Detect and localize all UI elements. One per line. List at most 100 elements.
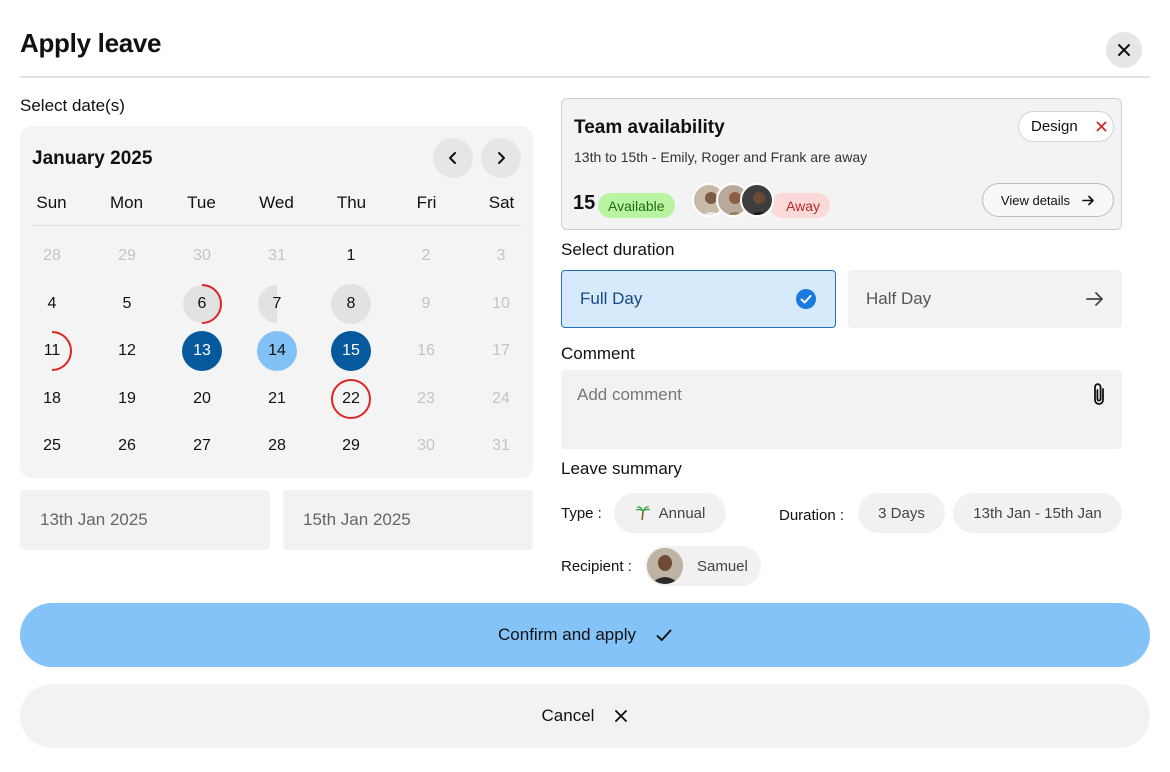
calendar-day[interactable]: 28 bbox=[257, 426, 297, 466]
calendar-day[interactable]: 27 bbox=[182, 426, 222, 466]
calendar-day[interactable]: 31 bbox=[481, 426, 521, 466]
comment-textarea[interactable]: Add comment bbox=[561, 370, 1122, 449]
calendar-day[interactable]: 29 bbox=[107, 236, 147, 276]
recipient-pill[interactable]: Samuel bbox=[645, 546, 761, 586]
calendar-day[interactable]: 30 bbox=[182, 236, 222, 276]
calendar-day[interactable]: 4 bbox=[32, 284, 72, 324]
chevron-left-icon bbox=[449, 152, 456, 164]
calendar-day[interactable]: 19 bbox=[107, 379, 147, 419]
confirm-apply-button[interactable]: Confirm and apply bbox=[20, 603, 1150, 667]
calendar-day-half-away[interactable]: 11 bbox=[32, 331, 72, 371]
select-duration-label: Select duration bbox=[561, 240, 675, 259]
weekday-mon: Mon bbox=[109, 193, 144, 212]
calendar-day[interactable]: 25 bbox=[32, 426, 72, 466]
calendar-day[interactable]: 12 bbox=[107, 331, 147, 371]
palm-tree-icon bbox=[635, 506, 650, 521]
calendar-day[interactable]: 20 bbox=[182, 379, 222, 419]
calendar-divider bbox=[32, 225, 521, 226]
arrow-right-icon bbox=[1086, 292, 1103, 306]
cancel-button[interactable]: Cancel bbox=[20, 684, 1150, 748]
weekday-sun: Sun bbox=[36, 193, 67, 212]
next-month-button[interactable] bbox=[481, 138, 521, 178]
checkmark-circle-icon bbox=[796, 289, 816, 309]
calendar-day[interactable]: 2 bbox=[406, 236, 446, 276]
avatar bbox=[647, 548, 683, 584]
away-badge: Away bbox=[770, 193, 830, 218]
header-divider bbox=[20, 76, 1150, 78]
calendar-day-away[interactable]: 22 bbox=[331, 379, 371, 419]
calendar-day[interactable]: 10 bbox=[481, 284, 521, 324]
calendar-day-in-range[interactable]: 14 bbox=[257, 331, 297, 371]
calendar-day[interactable]: 26 bbox=[107, 426, 147, 466]
view-details-label: View details bbox=[1000, 192, 1071, 208]
page-title: Apply leave bbox=[20, 28, 162, 58]
available-badge: Available bbox=[598, 193, 675, 218]
type-label: Type : bbox=[561, 505, 602, 522]
calendar-day[interactable]: 29 bbox=[331, 426, 371, 466]
calendar-day[interactable]: 28 bbox=[32, 236, 72, 276]
full-day-option[interactable]: Full Day bbox=[561, 270, 836, 328]
confirm-label: Confirm and apply bbox=[498, 625, 636, 644]
calendar-day[interactable]: 18 bbox=[32, 379, 72, 419]
calendar-day-selected-start[interactable]: 13 bbox=[182, 331, 222, 371]
comment-label: Comment bbox=[561, 344, 635, 363]
calendar-day-label: 6 bbox=[197, 295, 207, 312]
close-button[interactable] bbox=[1106, 32, 1142, 68]
remove-filter-icon[interactable] bbox=[1096, 121, 1107, 132]
duration-summary-label: Duration : bbox=[779, 507, 845, 524]
weekday-sat: Sat bbox=[488, 193, 515, 212]
calendar-day[interactable]: 16 bbox=[406, 331, 446, 371]
calendar-day-label: 11 bbox=[43, 342, 61, 359]
calendar-day[interactable]: 24 bbox=[481, 379, 521, 419]
calendar-day-selected-end[interactable]: 15 bbox=[331, 331, 371, 371]
calendar: January 2025 Sun Mon Tue Wed Thu Fri Sat… bbox=[20, 126, 533, 478]
prev-month-button[interactable] bbox=[433, 138, 473, 178]
cancel-label: Cancel bbox=[541, 706, 595, 725]
calendar-day[interactable]: 9 bbox=[406, 284, 446, 324]
check-icon bbox=[656, 629, 672, 641]
calendar-month: January 2025 bbox=[32, 148, 153, 169]
calendar-day[interactable]: 30 bbox=[406, 426, 446, 466]
comment-placeholder: Add comment bbox=[577, 385, 682, 404]
duration-range-pill: 13th Jan - 15th Jan bbox=[953, 493, 1122, 533]
select-dates-label: Select date(s) bbox=[20, 96, 125, 115]
leave-type-pill: Annual bbox=[614, 493, 726, 533]
calendar-day[interactable]: 5 bbox=[107, 284, 147, 324]
calendar-day[interactable]: 23 bbox=[406, 379, 446, 419]
calendar-day[interactable]: 1 bbox=[331, 236, 371, 276]
leave-type-value: Annual bbox=[658, 504, 706, 522]
half-day-option[interactable]: Half Day bbox=[848, 270, 1122, 328]
calendar-day[interactable]: 3 bbox=[481, 236, 521, 276]
calendar-day-half-away[interactable]: 6 bbox=[182, 284, 222, 324]
calendar-day-label: 7 bbox=[272, 295, 282, 312]
recipient-name: Samuel bbox=[697, 557, 748, 575]
team-availability-card: Team availability 13th to 15th - Emily, … bbox=[561, 98, 1122, 230]
recipient-label: Recipient : bbox=[561, 558, 632, 575]
view-details-button[interactable]: View details bbox=[982, 183, 1114, 217]
calendar-day-half[interactable]: 7 bbox=[257, 284, 297, 324]
duration-days-pill: 3 Days bbox=[858, 493, 945, 533]
calendar-day[interactable]: 21 bbox=[257, 379, 297, 419]
calendar-day[interactable]: 17 bbox=[481, 331, 521, 371]
chevron-right-icon bbox=[498, 152, 505, 164]
design-filter-chip[interactable]: Design bbox=[1018, 111, 1114, 142]
close-icon bbox=[615, 710, 628, 722]
filter-chip-label: Design bbox=[1031, 118, 1078, 135]
leave-summary-label: Leave summary bbox=[561, 459, 682, 478]
paperclip-icon[interactable] bbox=[1090, 382, 1108, 408]
weekday-thu: Thu bbox=[336, 193, 367, 212]
weekday-tue: Tue bbox=[187, 193, 216, 212]
calendar-day[interactable]: 31 bbox=[257, 236, 297, 276]
available-count: 15 bbox=[573, 192, 596, 214]
weekday-wed: Wed bbox=[259, 193, 294, 212]
end-date-input[interactable]: 15th Jan 2025 bbox=[283, 490, 533, 550]
full-day-label: Full Day bbox=[580, 289, 643, 308]
avatar[interactable] bbox=[740, 183, 774, 217]
start-date-input[interactable]: 13th Jan 2025 bbox=[20, 490, 270, 550]
half-day-label: Half Day bbox=[866, 289, 932, 308]
calendar-day[interactable]: 8 bbox=[331, 284, 371, 324]
team-availability-subtitle: 13th to 15th - Emily, Roger and Frank ar… bbox=[574, 149, 868, 165]
weekday-fri: Fri bbox=[416, 193, 437, 212]
team-availability-title: Team availability bbox=[574, 117, 725, 138]
arrow-right-icon bbox=[1082, 195, 1094, 205]
